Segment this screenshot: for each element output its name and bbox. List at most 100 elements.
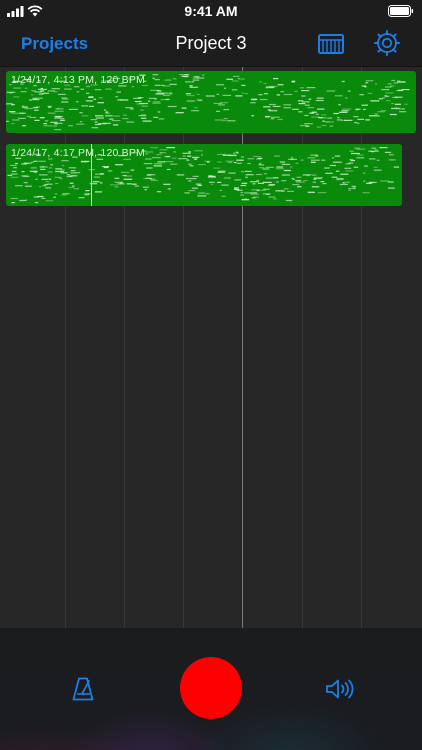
midi-note	[315, 113, 319, 115]
midi-note	[393, 82, 398, 84]
midi-note	[55, 116, 63, 118]
midi-note	[375, 83, 378, 85]
midi-note	[290, 166, 293, 168]
midi-note	[294, 90, 298, 92]
midi-note	[263, 173, 268, 175]
midi-note	[315, 99, 324, 102]
midi-note	[325, 121, 331, 123]
midi-note	[353, 166, 359, 168]
midi-note	[98, 97, 103, 99]
midi-note	[217, 181, 222, 183]
midi-note	[147, 174, 156, 176]
midi-note	[11, 202, 15, 204]
midi-note	[68, 167, 77, 169]
midi-note	[189, 86, 199, 88]
metronome-icon[interactable]	[72, 677, 94, 701]
midi-note	[76, 123, 85, 125]
midi-note	[283, 93, 293, 96]
midi-note	[244, 192, 250, 194]
midi-note	[73, 188, 80, 190]
midi-note	[353, 116, 359, 118]
midi-note	[384, 95, 387, 97]
midi-note	[52, 125, 57, 127]
midi-note	[273, 198, 277, 200]
midi-note	[32, 99, 40, 101]
midi-note	[259, 162, 262, 165]
status-time: 9:41 AM	[184, 3, 238, 19]
midi-note	[281, 190, 285, 192]
midi-note	[19, 112, 26, 114]
midi-note	[24, 87, 28, 89]
screen: 9:41 AM Projects Project 3 1/24/17, 4:13…	[0, 0, 422, 750]
midi-note	[123, 114, 127, 116]
midi-note	[251, 189, 258, 191]
midi-note	[157, 92, 165, 94]
midi-note	[347, 90, 351, 92]
midi-note	[50, 164, 54, 166]
midi-note	[376, 115, 380, 117]
midi-note	[233, 161, 237, 164]
piano-keyboard-icon[interactable]	[318, 34, 344, 54]
midi-note	[356, 148, 366, 150]
midi-note	[374, 113, 378, 115]
midi-note	[235, 152, 239, 154]
midi-note	[135, 100, 142, 103]
midi-note	[157, 161, 166, 163]
timeline[interactable]: 1/24/17, 4:13 PM, 120 BPM 1/24/17, 4:17 …	[0, 67, 422, 628]
midi-note	[371, 151, 375, 153]
midi-note	[345, 181, 350, 183]
midi-note	[119, 99, 129, 101]
midi-note	[55, 108, 64, 110]
record-button[interactable]	[180, 657, 242, 719]
midi-note	[94, 89, 102, 91]
midi-note	[388, 187, 395, 189]
midi-note	[307, 107, 315, 109]
midi-note	[47, 183, 53, 185]
midi-note	[84, 194, 90, 196]
midi-note	[152, 102, 161, 104]
midi-note	[373, 169, 382, 171]
midi-note	[164, 79, 172, 81]
midi-note	[11, 122, 15, 125]
midi-note	[143, 163, 153, 165]
midi-note	[273, 78, 279, 80]
midi-note	[194, 158, 198, 160]
track-region-2[interactable]: 1/24/17, 4:17 PM, 120 BPM	[6, 144, 402, 206]
nav-bar: Projects Project 3	[0, 22, 422, 67]
midi-note	[35, 106, 40, 108]
midi-note	[365, 119, 370, 121]
midi-note	[198, 164, 206, 166]
midi-note	[78, 197, 85, 199]
midi-note	[389, 154, 394, 156]
settings-gear-icon[interactable]	[374, 30, 400, 56]
midi-note	[61, 194, 68, 196]
midi-note	[270, 116, 280, 118]
midi-note	[75, 172, 81, 174]
midi-note	[216, 93, 220, 95]
midi-note	[44, 120, 49, 122]
midi-note	[160, 152, 163, 154]
midi-note	[66, 174, 70, 176]
midi-note	[90, 119, 98, 121]
midi-note	[222, 154, 231, 156]
midi-note	[111, 120, 121, 122]
speaker-icon[interactable]	[325, 678, 355, 700]
midi-note	[268, 110, 278, 112]
midi-note	[43, 123, 47, 125]
midi-note	[371, 147, 377, 149]
midi-note	[81, 115, 89, 117]
midi-note	[252, 183, 256, 185]
midi-note	[304, 114, 309, 117]
midi-note	[241, 182, 248, 184]
midi-note	[213, 167, 220, 169]
midi-note	[303, 180, 308, 182]
midi-note	[37, 195, 44, 198]
midi-note	[39, 186, 42, 188]
midi-note	[32, 97, 37, 99]
midi-note	[368, 181, 378, 183]
track-region-1[interactable]: 1/24/17, 4:13 PM, 120 BPM	[6, 71, 416, 133]
midi-note	[363, 165, 368, 167]
midi-note	[117, 183, 125, 185]
midi-note	[297, 186, 302, 188]
midi-note	[54, 176, 62, 178]
